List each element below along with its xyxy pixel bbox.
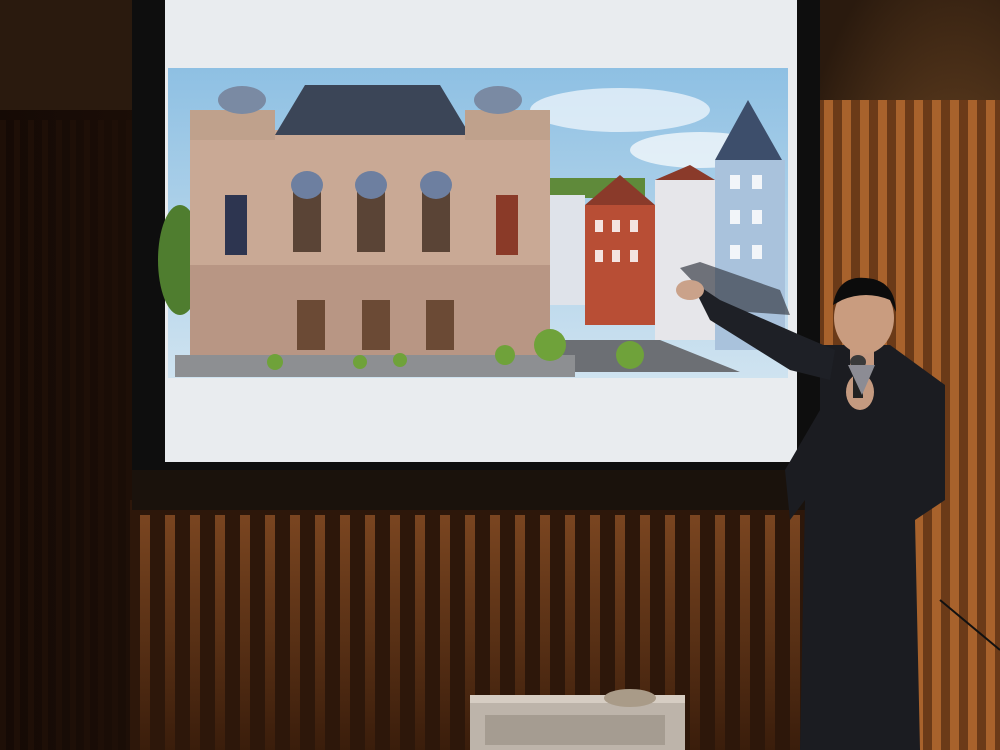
photo-scene [0, 0, 1000, 750]
theatre-building [175, 85, 575, 377]
slide-photo [158, 68, 788, 378]
projector [470, 689, 685, 750]
screen-bottom-shadow [132, 470, 820, 510]
scene-drawing [0, 0, 1000, 750]
